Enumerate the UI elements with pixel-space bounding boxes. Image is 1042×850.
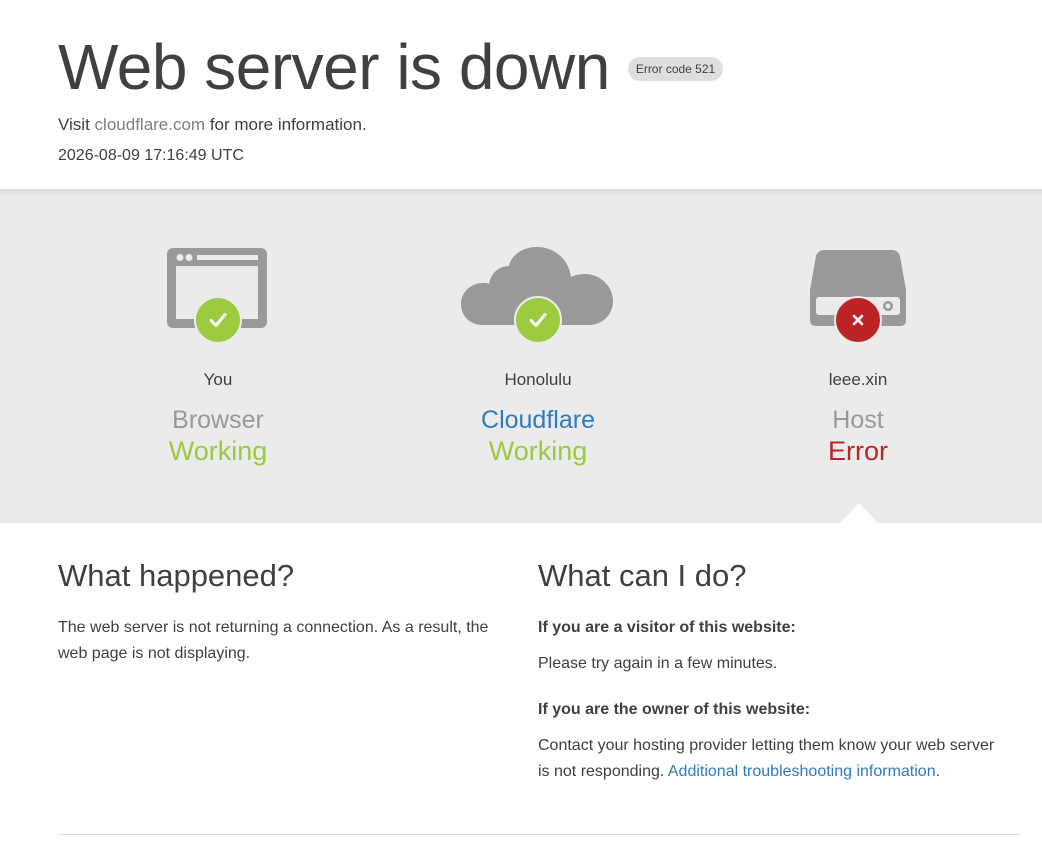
check-icon: [514, 296, 562, 344]
what-happened-heading: What happened?: [58, 558, 295, 593]
owner-label: If you are the owner of this website:: [538, 701, 811, 718]
what-can-i-do-heading: What can I do?: [538, 558, 747, 593]
visitor-label: If you are a visitor of this website:: [538, 619, 796, 636]
cloudflare-state: Working: [488, 436, 588, 466]
browser-location: You: [203, 370, 233, 389]
check-icon: [194, 296, 242, 344]
timestamp: 2026-08-09 17:16:49 UTC: [58, 147, 244, 164]
cloudflare-link[interactable]: cloudflare.com: [95, 115, 206, 134]
visit-prefix: Visit: [58, 115, 95, 134]
visitor-text: Please try again in a few minutes.: [538, 655, 778, 672]
host-kind: Host: [832, 406, 884, 434]
cloudflare-kind-link[interactable]: Cloudflare: [378, 405, 698, 435]
browser-icon-wrap: [58, 189, 378, 344]
owner-text: Contact your hosting provider letting th…: [538, 733, 1008, 785]
browser-state: Working: [168, 436, 268, 466]
server-icon-wrap: [698, 189, 1018, 344]
visit-suffix: for more information.: [205, 115, 367, 134]
browser-kind: Browser: [172, 406, 264, 434]
visit-line: Visit cloudflare.com for more informatio…: [58, 114, 1042, 136]
header: Web server is down Error code 521 Visit …: [0, 0, 1042, 189]
cloud-icon-wrap: [378, 189, 698, 344]
troubleshooting-link[interactable]: Additional troubleshooting information: [668, 763, 936, 780]
status-panel: You Browser Working Honolulu Cloudflare …: [0, 189, 1042, 523]
status-host: leee.xin Host Error: [698, 189, 1018, 467]
what-can-i-do-section: What can I do? If you are a visitor of t…: [538, 557, 1008, 785]
status-browser: You Browser Working: [58, 189, 378, 467]
what-happened-body: The web server is not returning a connec…: [58, 619, 489, 662]
host-pointer: [840, 503, 878, 523]
host-state: Error: [828, 436, 888, 466]
status-cloudflare: Honolulu Cloudflare Working: [378, 189, 698, 467]
info-section: What happened? The web server is not ret…: [0, 523, 1042, 785]
x-icon: [834, 296, 882, 344]
page-title: Web server is down: [58, 31, 610, 103]
error-code-badge: Error code 521: [627, 57, 724, 81]
owner-text-end: .: [935, 763, 941, 780]
what-happened-section: What happened? The web server is not ret…: [58, 557, 538, 785]
footer-divider: [58, 834, 1020, 835]
cloudflare-location: Honolulu: [504, 370, 572, 389]
title-row: Web server is down Error code 521: [58, 28, 1042, 106]
host-location: leee.xin: [828, 370, 888, 389]
